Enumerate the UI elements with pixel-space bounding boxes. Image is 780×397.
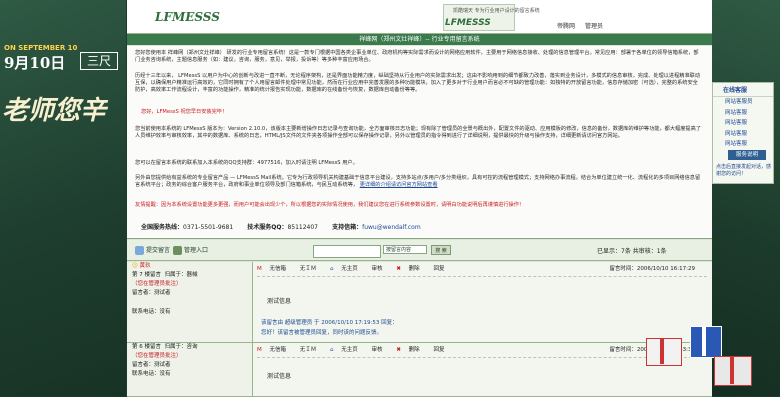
gift-box-icon (646, 338, 682, 366)
gift-ribbon-icon (702, 326, 706, 356)
entry-floor: 第 7 楼留言 归属于：器械 (132, 272, 198, 278)
deco-box: 三尺 (80, 52, 118, 70)
gift-box-icon (690, 326, 722, 358)
email-label: 支持信箱： (332, 224, 363, 231)
intro-p6-link[interactable]: 更详细的介绍请访问官方网站查看 (360, 182, 438, 188)
admin-entry-label: 管理入口 (184, 247, 209, 254)
write-message-button[interactable]: 提交留言 (135, 245, 170, 255)
deco-day: 9月10日 (4, 54, 66, 72)
message-entry: ☺ 黄玖 第 7 楼留言 归属于：器械 （您在管理员批注） 留言者：测试者 联系… (127, 262, 712, 343)
banner-logo: LFMESSS (445, 18, 491, 28)
deco-calligraphy: 老师您辛 (2, 96, 107, 126)
search-type-select[interactable]: 按留言内容 (383, 245, 427, 254)
contact-label: 全国服务热线： (141, 224, 184, 231)
service-panel-title: 在线客服 (713, 83, 773, 97)
header-link-home[interactable]: 帝腾网 (557, 23, 575, 30)
qq-label: 技术服务QQ： (247, 224, 288, 231)
service-item[interactable]: 网站客服 (713, 139, 773, 150)
entry-actions: M 无信箱 无ＩＭ ⌂ 无主页 审核 ✖ 删除 回复 留言时间：2006/10/… (257, 345, 707, 358)
message-stats: 已显示：7条 共审核：1条 (597, 248, 667, 255)
entry-contact: 留言者：测试者 (132, 362, 171, 368)
review-action[interactable]: 审核 (372, 347, 389, 353)
delete-action[interactable]: ✖ 删除 (396, 347, 425, 353)
contact-line: 全国服务热线：0371-5501-9681 技术服务QQ：85112407 支持… (141, 222, 433, 231)
review-action[interactable]: 审核 (372, 266, 389, 272)
search-input[interactable] (313, 245, 381, 258)
key-icon (173, 246, 182, 255)
entry-name: ☺ 黄玖 (132, 263, 151, 269)
header-links: 帝腾网 管理员 (557, 21, 611, 30)
entry-note: （您在管理员批注） (132, 281, 182, 287)
site-logo[interactable]: LFMESSS (155, 10, 220, 24)
homepage-action[interactable]: ⌂ 无主页 (330, 347, 364, 353)
service-item[interactable]: 网站客服 (713, 118, 773, 129)
admin-entry-button[interactable]: 管理入口 (173, 245, 208, 255)
entry-phone: 联系电话：没有 (132, 309, 171, 315)
toolbar: 提交留言 管理入口 按留言内容 搜 索 已显示：7条 共审核：1条 (127, 240, 712, 261)
intro-section: 您好您使用本 祥峰网（郑州文灶祥峰） 研发的行业专用留言系统！这是一款专门根据中… (127, 46, 712, 239)
intro-paragraph-7: 友情提醒：因为本系统设置功能更多更强，而用户可能会出现少个，所以根据您的实际情况… (135, 202, 525, 208)
entry-time: 留言时间：2006/10/10 16:17:29 (609, 266, 695, 272)
reply-action[interactable]: 回复 (433, 266, 450, 272)
service-note: 点击后直接发起对话，感谢您的访问！ (716, 164, 772, 177)
entry-info: 第 6 楼留言 归属于：咨询 （您在管理员批注） 留言者：测试者 联系电话：没有 (127, 343, 253, 396)
title-bar: 祥峰网（郑州文灶祥峰）-- 行业专用留言系统 (127, 34, 712, 45)
reply-text: 您好！该留言被管理员回复，同时该的问题反馈。 (261, 330, 383, 336)
gift-ribbon-icon (660, 338, 664, 364)
contact-phone: 0371-5501-9681 (183, 224, 234, 231)
entry-info: ☺ 黄玖 第 7 楼留言 归属于：器械 （您在管理员批注） 留言者：测试者 联系… (127, 262, 253, 342)
email-address[interactable]: fuwu@wendalf.com (362, 224, 421, 231)
delete-action[interactable]: ✖ 删除 (396, 266, 425, 272)
email-action[interactable]: M 无信箱 (257, 347, 292, 353)
service-item[interactable]: 网站客服员 (713, 97, 773, 108)
header-link-admin[interactable]: 管理员 (585, 23, 603, 30)
entry-actions: M 无信箱 无ＩＭ ⌂ 无主页 审核 ✖ 删除 回复 留言时间：2006/10/… (257, 264, 707, 277)
intro-paragraph-2: 历经十三年以来， LFMessS 以用户为中心的创新与改进一直不断，无论程序架构… (135, 73, 701, 93)
entry-note: （您在管理员批注） (132, 353, 182, 359)
im-action[interactable]: 无ＩＭ (300, 266, 323, 272)
entry-body: 测试信息 (267, 373, 292, 380)
reply-line: 该留言由 超级管理员 于 2006/10/10 17:19:53 回复： (261, 320, 398, 326)
entry-body: 测试信息 (267, 298, 292, 305)
gift-ribbon-icon (730, 356, 734, 384)
reply-action[interactable]: 回复 (433, 347, 450, 353)
entry-contact: 留言者：测试者 (132, 290, 171, 296)
service-item[interactable]: 网站客服 (713, 108, 773, 119)
entry-floor: 第 6 楼留言 归属于：咨询 (132, 344, 198, 350)
pencil-icon (135, 246, 144, 255)
homepage-action[interactable]: ⌂ 无主页 (330, 266, 364, 272)
write-message-label: 提交留言 (146, 247, 171, 254)
message-entry: 第 6 楼留言 归属于：咨询 （您在管理员批注） 留言者：测试者 联系电话：没有… (127, 343, 712, 397)
intro-paragraph-5: 您可以在留言本系统的联系加入本系统的QQ支持群：4977516，加入时请注明 L… (135, 160, 358, 166)
search-button[interactable]: 搜 索 (431, 245, 451, 255)
right-chalkboard-background (712, 0, 780, 396)
email-action[interactable]: M 无信箱 (257, 266, 292, 272)
guestbook-page: LFMESSS 凯酷瑞天 专为行业用户设计的留言系统 LFMESSS 帝腾网 管… (127, 0, 712, 397)
intro-paragraph-3: 您好，LFMessS 祝您早日安装完毕！ (141, 109, 228, 115)
service-item[interactable]: 网站客服 (713, 129, 773, 140)
entry-phone: 联系电话：没有 (132, 371, 171, 377)
intro-paragraph-4: 您当前使用本系统的 LFMessS 版本为：Version 2.10.0，该版本… (135, 126, 701, 139)
qq-number: 85112407 (287, 224, 318, 231)
intro-paragraph-6: 另外由您提供给有益系统的专业留言产品 — LFMessS Mail系统，它专为行… (135, 175, 701, 189)
deco-date-line: ON SEPTEMBER 10 (4, 44, 78, 52)
top-header: LFMESSS 凯酷瑞天 专为行业用户设计的留言系统 LFMESSS 帝腾网 管… (127, 0, 712, 34)
im-action[interactable]: 无ＩＭ (300, 347, 323, 353)
service-info-button[interactable]: 服务说明 (728, 150, 766, 160)
intro-paragraph-1: 您好您使用本 祥峰网（郑州文灶祥峰） 研发的行业专用留言系统！这是一款专门根据中… (135, 50, 699, 63)
header-slogan: 凯酷瑞天 专为行业用户设计的留言系统 (453, 8, 540, 14)
